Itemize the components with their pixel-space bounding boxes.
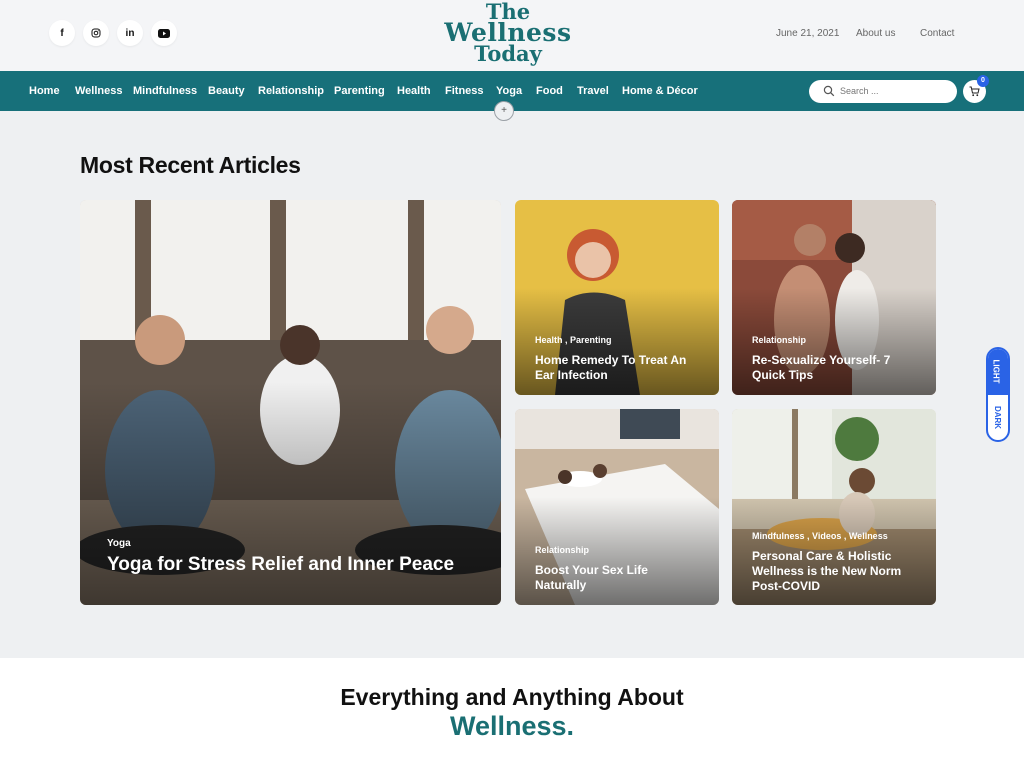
- tagline-highlight: Wellness.: [449, 711, 575, 741]
- nav-item-travel[interactable]: Travel: [577, 85, 609, 97]
- cart-count-badge: 0: [977, 75, 989, 87]
- theme-toggle[interactable]: LIGHT DARK: [986, 347, 1010, 442]
- about-us-link[interactable]: About us: [856, 28, 895, 39]
- article-card-featured[interactable]: Yoga Yoga for Stress Relief and Inner Pe…: [80, 200, 501, 605]
- nav-item-food[interactable]: Food: [536, 85, 563, 97]
- dark-mode-label: DARK: [993, 405, 1003, 430]
- youtube-icon[interactable]: [151, 20, 177, 46]
- top-header: f in The Wellness Today June 21, 2021 Ab…: [0, 0, 1024, 71]
- social-links: f in: [49, 20, 177, 46]
- tagline-heading: Everything and Anything About: [340, 684, 684, 710]
- search-icon: [823, 85, 835, 97]
- search-input[interactable]: Search ...: [840, 86, 879, 96]
- article-card[interactable]: Relationship Re-Sexualize Yourself- 7 Qu…: [732, 200, 936, 395]
- nav-item-relationship[interactable]: Relationship: [258, 85, 324, 97]
- article-title[interactable]: Home Remedy To Treat An Ear Infection: [535, 353, 705, 383]
- logo-line-2: Wellness: [444, 18, 572, 47]
- article-title[interactable]: Personal Care & Holistic Wellness is the…: [752, 549, 922, 594]
- contact-link[interactable]: Contact: [920, 28, 954, 39]
- article-category[interactable]: Relationship: [752, 335, 806, 345]
- cart-button[interactable]: 0: [963, 75, 989, 103]
- cart-icon: [969, 86, 980, 97]
- nav-expand-button[interactable]: +: [494, 101, 514, 121]
- nav-item-home-decor[interactable]: Home & Décor: [622, 85, 698, 97]
- nav-item-home[interactable]: Home: [29, 85, 60, 97]
- search-box[interactable]: Search ...: [809, 80, 957, 103]
- article-category[interactable]: Mindfulness , Videos , Wellness: [752, 531, 888, 541]
- nav-item-wellness[interactable]: Wellness: [75, 85, 123, 97]
- nav-item-fitness[interactable]: Fitness: [445, 85, 484, 97]
- nav-item-parenting[interactable]: Parenting: [334, 85, 385, 97]
- nav-item-yoga[interactable]: Yoga: [496, 85, 522, 97]
- article-title[interactable]: Boost Your Sex Life Naturally: [535, 563, 685, 593]
- light-mode-label: LIGHT: [991, 359, 1001, 384]
- tagline-section: Everything and Anything About Wellness.: [0, 658, 1024, 768]
- linkedin-icon[interactable]: in: [117, 20, 143, 46]
- article-title[interactable]: Re-Sexualize Yourself- 7 Quick Tips: [752, 353, 922, 383]
- instagram-icon[interactable]: [83, 20, 109, 46]
- article-card[interactable]: Mindfulness , Videos , Wellness Personal…: [732, 409, 936, 605]
- nav-item-mindfulness[interactable]: Mindfulness: [133, 85, 197, 97]
- article-card[interactable]: Relationship Boost Your Sex Life Natural…: [515, 409, 719, 605]
- nav-item-beauty[interactable]: Beauty: [208, 85, 245, 97]
- article-title[interactable]: Yoga for Stress Relief and Inner Peace: [107, 554, 454, 576]
- current-date: June 21, 2021: [776, 28, 840, 39]
- article-category[interactable]: Relationship: [535, 545, 589, 555]
- site-logo[interactable]: The Wellness Today: [430, 1, 586, 64]
- article-category[interactable]: Health , Parenting: [535, 335, 612, 345]
- section-title: Most Recent Articles: [80, 152, 301, 178]
- nav-item-health[interactable]: Health: [397, 85, 431, 97]
- article-card[interactable]: Health , Parenting Home Remedy To Treat …: [515, 200, 719, 395]
- article-category[interactable]: Yoga: [107, 538, 131, 549]
- facebook-icon[interactable]: f: [49, 20, 75, 46]
